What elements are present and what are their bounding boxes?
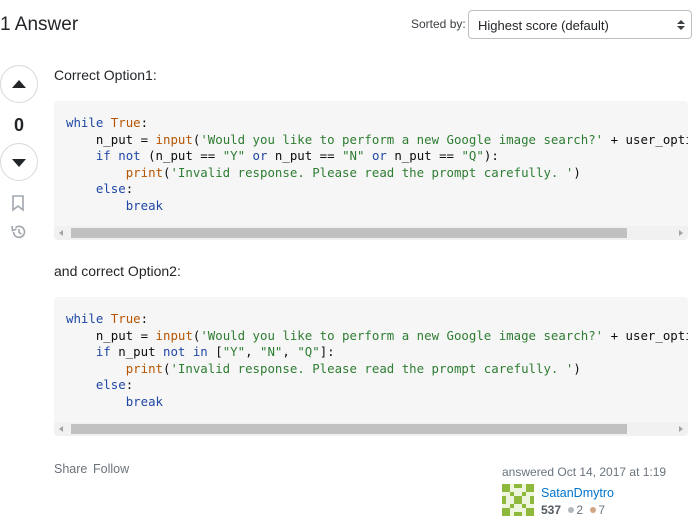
code-line: if not (n_put == "Y" or n_put == "N" or … — [95, 148, 499, 163]
bookmark-icon[interactable] — [10, 194, 26, 212]
scroll-right-icon[interactable] — [679, 230, 683, 236]
user-name-link[interactable]: SatanDmytro — [541, 486, 614, 500]
code-line: print('Invalid response. Please read the… — [125, 360, 581, 376]
select-caret-icon — [677, 20, 685, 30]
scroll-left-icon[interactable] — [59, 426, 63, 432]
code-text-2: while True: n_put = input('Would you lik… — [66, 311, 688, 410]
code-line: else: — [95, 377, 134, 392]
code-line: n_put = input('Would you like to perform… — [66, 327, 688, 343]
sort-label: Sorted by: — [411, 17, 466, 31]
answer-paragraph-1: Correct Option1: — [54, 67, 157, 83]
code-line: print('Invalid response. Please read the… — [125, 164, 581, 180]
code-line: break — [125, 393, 163, 409]
code-line: while True: — [66, 311, 149, 326]
code-line: while True: — [66, 115, 149, 130]
code-text-1: while True: n_put = input('Would you lik… — [66, 115, 688, 214]
sort-select[interactable]: Highest score (default) — [468, 10, 692, 39]
answered-timestamp: answered Oct 14, 2017 at 1:19 — [502, 465, 667, 479]
arrow-up-icon — [12, 80, 26, 88]
arrow-down-icon — [12, 159, 26, 167]
history-icon[interactable] — [10, 223, 28, 241]
horizontal-scrollbar[interactable] — [54, 422, 688, 436]
follow-link[interactable]: Follow — [93, 462, 129, 476]
answer-paragraph-2: and correct Option2: — [54, 263, 181, 279]
horizontal-scrollbar[interactable] — [54, 226, 688, 240]
scroll-right-icon[interactable] — [679, 426, 683, 432]
sort-select-value: Highest score (default) — [478, 18, 609, 33]
code-block-1: while True: n_put = input('Would you lik… — [54, 101, 688, 240]
share-link[interactable]: Share — [54, 462, 87, 476]
code-line: n_put = input('Would you like to perform… — [66, 131, 688, 147]
silver-badge-count: 2 — [576, 503, 584, 517]
downvote-button[interactable] — [0, 143, 38, 181]
answers-count-heading: 1 Answer — [0, 14, 79, 35]
upvote-button[interactable] — [0, 65, 38, 103]
user-stats: 537 2 7 — [541, 503, 605, 517]
silver-badge-icon — [568, 507, 575, 514]
scroll-left-icon[interactable] — [59, 230, 63, 236]
code-line: break — [125, 197, 163, 213]
scrollbar-thumb[interactable] — [71, 228, 627, 238]
user-avatar[interactable] — [502, 484, 534, 516]
vote-count: 0 — [13, 115, 24, 135]
scrollbar-thumb[interactable] — [71, 424, 627, 434]
code-block-2: while True: n_put = input('Would you lik… — [54, 297, 688, 436]
code-line: else: — [95, 181, 134, 196]
bronze-badge-count: 7 — [598, 503, 606, 517]
reputation-score: 537 — [541, 503, 562, 517]
bronze-badge-icon — [590, 507, 597, 514]
code-line: if n_put not in ["Y", "N", "Q"]: — [95, 344, 335, 359]
